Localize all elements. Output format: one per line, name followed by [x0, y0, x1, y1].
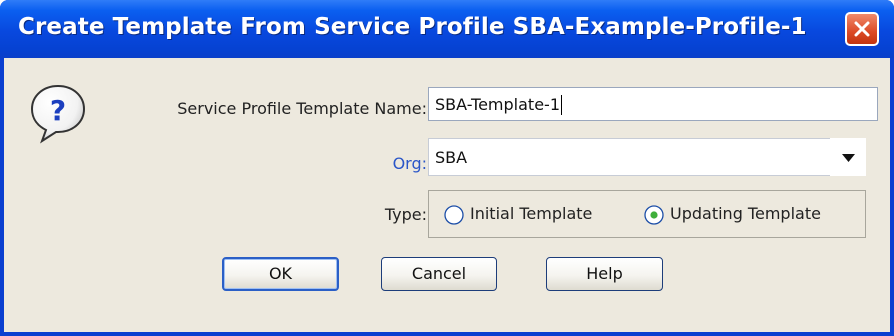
- radio-updating-template-label[interactable]: Updating Template: [670, 204, 821, 223]
- org-label: Org:: [392, 154, 427, 173]
- template-name-label: Service Profile Template Name:: [177, 99, 427, 118]
- radio-initial-template[interactable]: [444, 205, 464, 225]
- org-value: SBA: [435, 148, 468, 167]
- template-name-input[interactable]: SBA-Template-1: [428, 87, 878, 121]
- cancel-button[interactable]: Cancel: [381, 257, 497, 291]
- type-label: Type:: [384, 205, 427, 224]
- question-bubble-icon: ?: [30, 84, 86, 144]
- chevron-down-icon: [842, 154, 855, 162]
- close-icon: [854, 21, 870, 37]
- radio-initial-template-label[interactable]: Initial Template: [470, 204, 592, 223]
- close-button[interactable]: [845, 12, 879, 46]
- org-select[interactable]: SBA: [428, 138, 866, 176]
- dialog-window: Create Template From Service Profile SBA…: [0, 0, 894, 336]
- org-dropdown-button[interactable]: [830, 138, 866, 176]
- template-name-value: SBA-Template-1: [435, 95, 560, 114]
- title-bar[interactable]: Create Template From Service Profile SBA…: [0, 0, 894, 58]
- type-radio-group: Initial Template Updating Template: [428, 190, 866, 238]
- text-caret: [561, 95, 562, 115]
- window-title: Create Template From Service Profile SBA…: [18, 14, 807, 40]
- radio-updating-template[interactable]: [644, 205, 664, 225]
- ok-button[interactable]: OK: [222, 257, 339, 291]
- dialog-body: ? Service Profile Template Name: SBA-Tem…: [4, 58, 890, 332]
- help-button[interactable]: Help: [546, 257, 663, 291]
- svg-text:?: ?: [50, 94, 66, 127]
